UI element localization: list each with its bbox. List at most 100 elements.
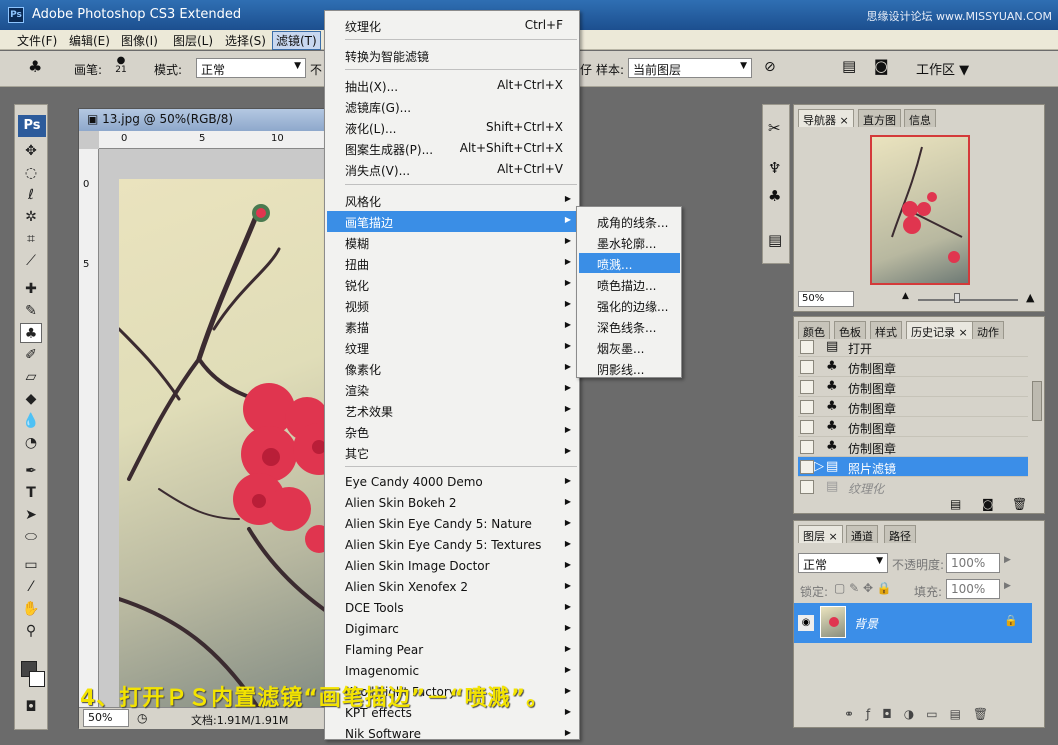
ignore-adjustment-icon[interactable]: ⊘ — [764, 59, 776, 75]
zoom-slider-handle[interactable] — [954, 293, 960, 303]
paint-bucket-icon[interactable]: ◆ — [20, 389, 42, 409]
menu-item-plugin[interactable]: Digimarc ▶ — [327, 619, 577, 640]
dodge-tool-icon[interactable]: ◔ — [20, 433, 42, 453]
zoom-tool-icon[interactable]: ⚲ — [20, 621, 42, 641]
mode-select[interactable]: 正常 ▼ — [196, 58, 306, 78]
palette-icon[interactable]: ▤ — [842, 57, 856, 75]
tab-history[interactable]: 历史记录 × — [906, 321, 973, 339]
history-item[interactable]: ♣ 仿制图章 — [798, 377, 1028, 397]
menu-item-plugin[interactable]: Eye Candy 4000 Demo ▶ — [327, 472, 577, 493]
menu-item-plugin[interactable]: Alien Skin Xenofex 2 ▶ — [327, 577, 577, 598]
menu-item-submenu[interactable]: 风格化 ▶ — [327, 190, 577, 211]
fill-field[interactable]: 100% — [946, 579, 1000, 599]
crop-tool-icon[interactable]: ⌗ — [20, 229, 42, 249]
snapshot-checkbox[interactable] — [800, 360, 814, 374]
zoom-out-icon[interactable]: ▲ — [902, 291, 909, 301]
lasso-tool-icon[interactable]: ℓ — [20, 185, 42, 205]
clone-stamp-icon[interactable]: ♣ — [20, 323, 42, 343]
menu-item-submenu[interactable]: 纹理 ▶ — [327, 337, 577, 358]
snapshot-checkbox[interactable] — [800, 340, 814, 354]
menu-item-plugin[interactable]: DCE Tools ▶ — [327, 598, 577, 619]
notes-tool-icon[interactable]: ▭ — [20, 555, 42, 575]
eyedropper-icon[interactable]: ⁄ — [20, 577, 42, 597]
snapshot-checkbox[interactable] — [800, 400, 814, 414]
tab-actions[interactable]: 动作 — [972, 321, 1004, 339]
submenu-item[interactable]: 成角的线条... — [579, 211, 680, 231]
layer-row-background[interactable]: ◉ 背景 🔒 — [794, 603, 1032, 643]
menu-item-liquify[interactable]: 液化(L)... Shift+Ctrl+X — [327, 117, 577, 138]
menu-item-plugin[interactable]: Alien Skin Bokeh 2 ▶ — [327, 493, 577, 514]
brush-picker[interactable]: ● 21 — [112, 55, 130, 75]
history-item[interactable]: ♣ 仿制图章 — [798, 397, 1028, 417]
menu-item-submenu[interactable]: 渲染 ▶ — [327, 379, 577, 400]
menu-item-submenu[interactable]: 画笔描边 ▶ — [327, 211, 577, 232]
tab-paths[interactable]: 路径 — [884, 525, 916, 543]
menu-item-plugin[interactable]: Nik Software ▶ — [327, 724, 577, 745]
menu-image[interactable]: 图像(I) — [118, 32, 161, 49]
tool-presets-icon[interactable]: ✂ — [768, 119, 781, 137]
move-tool-icon[interactable]: ✥ — [20, 141, 42, 161]
tab-swatches[interactable]: 色板 — [834, 321, 866, 339]
marquee-tool-icon[interactable]: ◌ — [20, 163, 42, 183]
tab-color[interactable]: 颜色 — [798, 321, 830, 339]
sample-select[interactable]: 当前图层 ▼ — [628, 58, 752, 78]
menu-edit[interactable]: 编辑(E) — [66, 32, 113, 49]
menu-item-pattern-maker[interactable]: 图案生成器(P)... Alt+Shift+Ctrl+X — [327, 138, 577, 159]
brush-tool-icon[interactable]: ✎ — [20, 301, 42, 321]
snapshot-checkbox[interactable] — [800, 380, 814, 394]
submenu-item[interactable]: 喷色描边... — [579, 274, 680, 294]
fill-arrow-icon[interactable]: ▶ — [1004, 581, 1011, 591]
snapshot-icon[interactable]: ◙ — [982, 497, 994, 511]
hand-tool-icon[interactable]: ✋ — [20, 599, 42, 619]
menu-item-submenu[interactable]: 模糊 ▶ — [327, 232, 577, 253]
clone-source-icon[interactable]: ♣ — [768, 187, 781, 205]
blur-tool-icon[interactable]: 💧 — [20, 411, 42, 431]
snapshot-checkbox[interactable] — [800, 440, 814, 454]
tab-navigator[interactable]: 导航器 × — [798, 109, 854, 127]
menu-item-submenu[interactable]: 素描 ▶ — [327, 316, 577, 337]
menu-item-submenu[interactable]: 视频 ▶ — [327, 295, 577, 316]
snapshot-checkbox[interactable] — [800, 420, 814, 434]
history-item[interactable]: ♣ 仿制图章 — [798, 357, 1028, 377]
menu-item-convert-smart[interactable]: 转换为智能滤镜 — [327, 45, 577, 66]
status-options-icon[interactable]: ◷ — [137, 711, 147, 725]
magic-wand-icon[interactable]: ✲ — [20, 207, 42, 227]
menu-item-plugin[interactable]: Alien Skin Eye Candy 5: Nature ▶ — [327, 514, 577, 535]
history-brush-icon[interactable]: ✐ — [20, 345, 42, 365]
menu-item-extract[interactable]: 抽出(X)... Alt+Ctrl+X — [327, 75, 577, 96]
submenu-item[interactable]: 墨水轮廓... — [579, 232, 680, 252]
new-document-from-state-icon[interactable]: ▤ — [950, 497, 961, 511]
layer-buttons[interactable]: ⚭ƒ◘◑▭▤🗑 — [844, 707, 1000, 721]
history-item[interactable]: ▤ 打开 — [798, 339, 1028, 357]
menu-item-submenu[interactable]: 其它 ▶ — [327, 442, 577, 463]
menu-layer[interactable]: 图层(L) — [170, 32, 216, 49]
stamp-icon[interactable]: ♣ — [28, 57, 42, 76]
tab-styles[interactable]: 样式 — [870, 321, 902, 339]
menu-item-submenu[interactable]: 杂色 ▶ — [327, 421, 577, 442]
zoom-slider[interactable] — [918, 299, 1018, 301]
menu-item-vanishing-point[interactable]: 消失点(V)... Alt+Ctrl+V — [327, 159, 577, 180]
menu-item-submenu[interactable]: 锐化 ▶ — [327, 274, 577, 295]
history-item[interactable]: ♣ 仿制图章 — [798, 417, 1028, 437]
submenu-item[interactable]: 深色线条... — [579, 316, 680, 336]
opacity-field[interactable]: 100% — [946, 553, 1000, 573]
menu-item-submenu[interactable]: 艺术效果 ▶ — [327, 400, 577, 421]
menu-select[interactable]: 选择(S) — [222, 32, 269, 49]
lock-icons[interactable]: ▢ ✎ ✥ 🔒 — [834, 581, 892, 595]
menu-file[interactable]: 文件(F) — [14, 32, 60, 49]
slice-tool-icon[interactable]: ⟋ — [20, 251, 42, 271]
menu-item-plugin[interactable]: Flaming Pear ▶ — [327, 640, 577, 661]
zoom-in-icon[interactable]: ▲ — [1026, 291, 1034, 304]
menu-item-plugin[interactable]: Imagenomic ▶ — [327, 661, 577, 682]
opacity-arrow-icon[interactable]: ▶ — [1004, 555, 1011, 565]
history-item[interactable]: ▤ 纹理化 — [798, 477, 1028, 495]
menu-item-plugin[interactable]: Alien Skin Eye Candy 5: Textures ▶ — [327, 535, 577, 556]
layer-comps-icon[interactable]: ▤ — [768, 231, 782, 249]
trash-icon[interactable]: 🗑 — [1012, 497, 1027, 511]
path-select-icon[interactable]: ➤ — [20, 505, 42, 525]
submenu-item[interactable]: 强化的边缘... — [579, 295, 680, 315]
submenu-item[interactable]: 阴影线... — [579, 358, 680, 378]
submenu-item[interactable]: 烟灰墨... — [579, 337, 680, 357]
history-scrollbar[interactable] — [1032, 381, 1042, 421]
eraser-tool-icon[interactable]: ▱ — [20, 367, 42, 387]
